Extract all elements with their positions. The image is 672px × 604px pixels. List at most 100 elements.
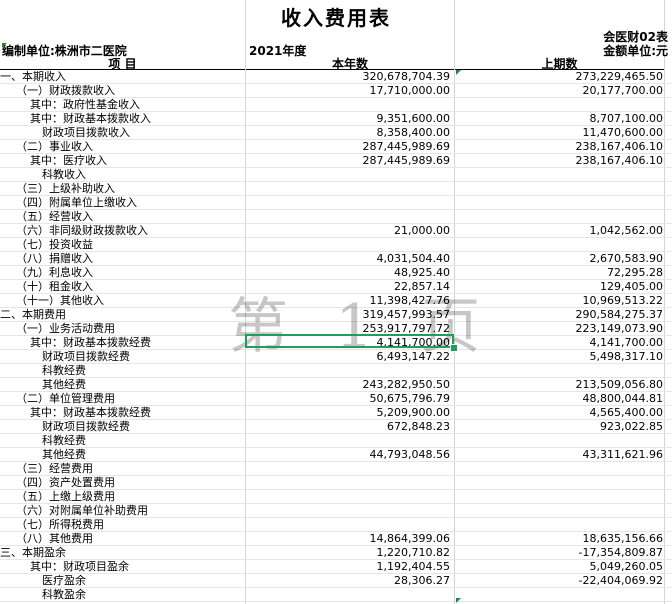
column-header-item[interactable]: 项 目: [0, 55, 245, 71]
row-label-cell[interactable]: （十）租金收入: [0, 280, 260, 293]
previous-period-cell[interactable]: 18,635,156.66: [456, 532, 663, 545]
previous-period-cell[interactable]: 20,177,700.00: [456, 84, 663, 97]
row-label-cell[interactable]: （八）捐赠收入: [0, 252, 260, 265]
current-year-cell[interactable]: 50,675,796.79: [247, 392, 450, 405]
previous-period-cell[interactable]: [456, 98, 663, 111]
row-label-cell[interactable]: （五）经营收入: [0, 210, 260, 223]
row-label-cell[interactable]: 其中：财政项目盈余: [0, 560, 274, 573]
previous-period-cell[interactable]: 923,022.85: [456, 420, 663, 433]
previous-period-cell[interactable]: 238,167,406.10: [456, 140, 663, 153]
current-year-cell[interactable]: 21,000.00: [247, 224, 450, 237]
selected-cell[interactable]: [245, 334, 454, 348]
current-year-cell[interactable]: 5,209,900.00: [247, 406, 450, 419]
current-year-cell[interactable]: 1,220,710.82: [247, 546, 450, 559]
current-year-cell[interactable]: [247, 98, 450, 111]
row-label-cell[interactable]: （二）事业收入: [0, 140, 260, 153]
current-year-cell[interactable]: [247, 196, 450, 209]
previous-period-cell[interactable]: [456, 518, 663, 531]
current-year-cell[interactable]: 1,192,404.55: [247, 560, 450, 573]
row-label-cell[interactable]: （二）单位管理费用: [0, 392, 260, 405]
previous-period-cell[interactable]: [456, 196, 663, 209]
previous-period-cell[interactable]: 48,800,044.81: [456, 392, 663, 405]
row-label-cell[interactable]: 科教经费: [0, 364, 286, 377]
row-label-cell[interactable]: 科教收入: [0, 168, 286, 181]
row-label-cell[interactable]: （一）财政拨款收入: [0, 84, 260, 97]
previous-period-cell[interactable]: 238,167,406.10: [456, 154, 663, 167]
current-year-cell[interactable]: 4,031,504.40: [247, 252, 450, 265]
previous-period-cell[interactable]: [456, 182, 663, 195]
current-year-cell[interactable]: [247, 238, 450, 251]
row-label-cell[interactable]: 科教盈余: [0, 588, 286, 601]
previous-period-cell[interactable]: -17,354,809.87: [456, 546, 663, 559]
row-label-cell[interactable]: 医疗盈余: [0, 574, 286, 587]
current-year-cell[interactable]: 320,678,704.39: [247, 70, 450, 83]
row-label-cell[interactable]: （三）经营费用: [0, 462, 260, 475]
row-label-cell[interactable]: 其他经费: [0, 448, 286, 461]
current-year-cell[interactable]: 672,848.23: [247, 420, 450, 433]
previous-period-cell[interactable]: 5,049,260.05: [456, 560, 663, 573]
row-label-cell[interactable]: 财政项目拨款收入: [0, 126, 286, 139]
current-year-cell[interactable]: [247, 518, 450, 531]
current-year-cell[interactable]: [247, 210, 450, 223]
column-header-current-year[interactable]: 本年数: [246, 55, 454, 71]
current-year-cell[interactable]: [247, 462, 450, 475]
previous-period-cell[interactable]: [456, 490, 663, 503]
current-year-cell[interactable]: [247, 182, 450, 195]
row-label-cell[interactable]: 财政项目拨款经费: [0, 420, 286, 433]
previous-period-cell[interactable]: [456, 476, 663, 489]
previous-period-cell[interactable]: 273,229,465.50: [456, 70, 663, 83]
current-year-cell[interactable]: [247, 434, 450, 447]
previous-period-cell[interactable]: 2,670,583.90: [456, 252, 663, 265]
previous-period-cell[interactable]: 11,470,600.00: [456, 126, 663, 139]
previous-period-cell[interactable]: [456, 210, 663, 223]
row-label-cell[interactable]: 一、本期收入: [0, 70, 244, 83]
row-label-cell[interactable]: （九）利息收入: [0, 266, 260, 279]
row-label-cell[interactable]: （六）非同级财政拨款收入: [0, 224, 260, 237]
row-label-cell[interactable]: 二、本期费用: [0, 308, 244, 321]
current-year-cell[interactable]: 243,282,950.50: [247, 378, 450, 391]
previous-period-cell[interactable]: [456, 434, 663, 447]
current-year-cell[interactable]: [247, 168, 450, 181]
column-header-previous-period[interactable]: 上期数: [455, 55, 664, 71]
current-year-cell[interactable]: [247, 490, 450, 503]
row-label-cell[interactable]: （六）对附属单位补助费用: [0, 504, 260, 517]
previous-period-cell[interactable]: [456, 462, 663, 475]
row-label-cell[interactable]: （四）资产处置费用: [0, 476, 260, 489]
row-label-cell[interactable]: 其他经费: [0, 378, 286, 391]
row-label-cell[interactable]: （七）投资收益: [0, 238, 260, 251]
fill-handle[interactable]: [450, 344, 458, 352]
row-label-cell[interactable]: （五）上缴上级费用: [0, 490, 260, 503]
row-label-cell[interactable]: （四）附属单位上缴收入: [0, 196, 260, 209]
current-year-cell[interactable]: [247, 476, 450, 489]
row-label-cell[interactable]: （一）业务活动费用: [0, 322, 260, 335]
row-label-cell[interactable]: 其中：医疗收入: [0, 154, 274, 167]
current-year-cell[interactable]: [247, 364, 450, 377]
previous-period-cell[interactable]: [456, 364, 663, 377]
row-label-cell[interactable]: 科教经费: [0, 434, 286, 447]
row-label-cell[interactable]: 三、本期盈余: [0, 546, 244, 559]
previous-period-cell[interactable]: [456, 238, 663, 251]
row-label-cell[interactable]: 其中：财政基本拨款收入: [0, 112, 274, 125]
previous-period-cell[interactable]: -22,404,069.92: [456, 574, 663, 587]
previous-period-cell[interactable]: 43,311,621.96: [456, 448, 663, 461]
previous-period-cell[interactable]: 1,042,562.00: [456, 224, 663, 237]
current-year-cell[interactable]: 8,358,400.00: [247, 126, 450, 139]
current-year-cell[interactable]: 44,793,048.56: [247, 448, 450, 461]
row-label-cell[interactable]: （三）上级补助收入: [0, 182, 260, 195]
previous-period-cell[interactable]: [456, 504, 663, 517]
current-year-cell[interactable]: [247, 588, 450, 601]
row-label-cell[interactable]: 其中：政府性基金收入: [0, 98, 274, 111]
current-year-cell[interactable]: 17,710,000.00: [247, 84, 450, 97]
current-year-cell[interactable]: 9,351,600.00: [247, 112, 450, 125]
previous-period-cell[interactable]: 4,565,400.00: [456, 406, 663, 419]
current-year-cell[interactable]: 14,864,399.06: [247, 532, 450, 545]
previous-period-cell[interactable]: 8,707,100.00: [456, 112, 663, 125]
row-label-cell[interactable]: （七）所得税费用: [0, 518, 260, 531]
previous-period-cell[interactable]: 213,509,056.80: [456, 378, 663, 391]
previous-period-cell[interactable]: [456, 588, 663, 601]
current-year-cell[interactable]: 28,306.27: [247, 574, 450, 587]
current-year-cell[interactable]: 287,445,989.69: [247, 140, 450, 153]
row-label-cell[interactable]: （八）其他费用: [0, 532, 260, 545]
row-label-cell[interactable]: （十一）其他收入: [0, 294, 260, 307]
current-year-cell[interactable]: 287,445,989.69: [247, 154, 450, 167]
